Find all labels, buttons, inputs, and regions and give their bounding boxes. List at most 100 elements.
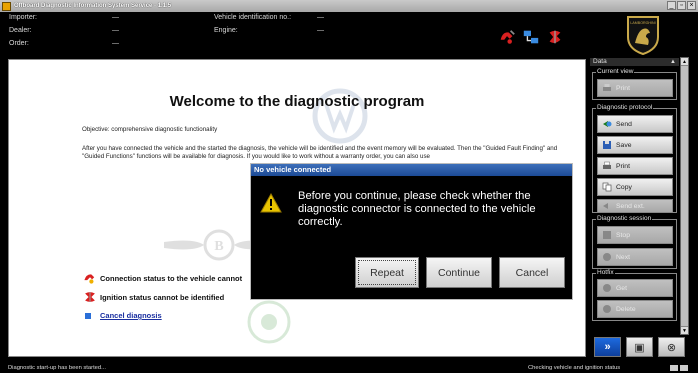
importer-label: Importer: xyxy=(9,14,38,21)
vehicle-header: Importer: — Dealer: — Order: — Vehicle i… xyxy=(0,12,588,57)
brand-logo: LAMBORGHINI xyxy=(588,12,698,57)
side-panel: Data ▲ Current view Print Diagnostic pro… xyxy=(588,57,692,335)
engine-label: Engine: xyxy=(214,27,238,34)
description-text: After you have connected the vehicle and… xyxy=(82,145,558,160)
ignition-status-icon xyxy=(549,30,561,44)
scroll-up-icon[interactable]: ▲ xyxy=(681,58,688,66)
get-label: Get xyxy=(616,284,627,292)
importer-row: Importer: — xyxy=(9,14,119,25)
send-ext-label: Send ext. xyxy=(616,202,645,210)
network-icon xyxy=(523,30,539,44)
order-label: Order: xyxy=(9,40,29,47)
status-right-text: Checking vehicle and ignition status xyxy=(528,365,621,371)
scroll-down-icon[interactable]: ▼ xyxy=(681,326,688,334)
stop-icon xyxy=(603,231,611,239)
send-external-icon xyxy=(603,203,608,209)
cancel-button[interactable]: Cancel xyxy=(499,257,565,288)
vin-label: Vehicle identification no.: xyxy=(214,14,292,21)
next-label: Next xyxy=(616,253,630,261)
status-indicators xyxy=(670,365,688,371)
stop-button[interactable]: Stop xyxy=(597,226,673,244)
print-view-label: Print xyxy=(616,84,630,92)
continue-button[interactable]: Continue xyxy=(426,257,492,288)
group-diagnostic-session: Diagnostic session Stop Next xyxy=(592,215,677,269)
cancel-diagnosis-label[interactable]: Cancel diagnosis xyxy=(100,311,162,320)
skoda-watermark-logo xyxy=(247,300,291,344)
bottom-toolbar: » ▣ ⊗ xyxy=(594,337,685,357)
copy-button[interactable]: Copy xyxy=(597,178,673,196)
side-panel-title: Data xyxy=(593,58,607,65)
dialog-message: Before you continue, please check whethe… xyxy=(298,190,536,228)
print-button[interactable]: Print xyxy=(597,157,673,175)
send-label: Send xyxy=(616,120,632,128)
copy-label: Copy xyxy=(616,183,632,191)
group-hotfix-label: Hotfix xyxy=(596,269,615,277)
warning-icon xyxy=(260,193,282,213)
engine-value: — xyxy=(317,27,324,34)
page-title: Welcome to the diagnostic program xyxy=(169,93,425,110)
ignition-error-icon xyxy=(85,292,95,302)
next-icon xyxy=(603,253,611,261)
dealer-label: Dealer: xyxy=(9,27,32,34)
send-icon xyxy=(603,121,612,127)
group-diagnostic-protocol: Diagnostic protocol Send Save Print Copy… xyxy=(592,104,677,213)
floppy-disk-icon xyxy=(603,141,611,149)
vehicle-disconnected-icon xyxy=(500,30,515,44)
copy-icon xyxy=(602,182,612,192)
bullet-icon xyxy=(85,312,91,319)
printer-icon xyxy=(603,161,611,169)
group-diagnostic-session-label: Diagnostic session xyxy=(596,215,653,223)
group-diagnostic-protocol-label: Diagnostic protocol xyxy=(596,104,654,112)
delete-label: Delete xyxy=(616,305,636,313)
get-button[interactable]: Get xyxy=(597,279,673,297)
ignition-status: Ignition status cannot be identified xyxy=(83,290,224,304)
cancel-diagnosis-link[interactable]: Cancel diagnosis xyxy=(85,311,162,320)
window-title: Offboard Diagnostic Information System S… xyxy=(14,3,172,9)
close-button[interactable]: × xyxy=(687,1,696,10)
app-icon xyxy=(2,1,11,11)
save-label: Save xyxy=(616,141,632,149)
collapse-icon[interactable]: ▲ xyxy=(670,58,676,66)
download-icon xyxy=(603,284,611,292)
delete-button[interactable]: Delete xyxy=(597,300,673,318)
vehicle-disconnected-icon xyxy=(84,274,95,284)
group-hotfix: Hotfix Get Delete xyxy=(592,269,677,321)
repeat-button[interactable]: Repeat xyxy=(355,257,419,288)
send-button[interactable]: Send xyxy=(597,115,673,133)
print-label: Print xyxy=(616,162,630,170)
stop-label: Stop xyxy=(616,231,630,239)
dialog-title: No vehicle connected xyxy=(251,164,572,176)
image-icon[interactable]: ▣ xyxy=(626,337,653,357)
order-value: — xyxy=(112,40,119,47)
send-ext-button[interactable]: Send ext. xyxy=(597,199,673,213)
vin-row: Vehicle identification no.: — xyxy=(214,14,324,25)
logo-text: LAMBORGHINI xyxy=(630,21,655,25)
engine-row: Engine: — xyxy=(214,27,324,38)
printer-icon xyxy=(603,84,611,91)
save-button[interactable]: Save xyxy=(597,136,673,154)
forward-button[interactable]: » xyxy=(594,337,621,357)
status-bar: Diagnostic start-up has been started... … xyxy=(0,363,698,373)
connection-status-text: Connection status to the vehicle cannot xyxy=(100,273,243,283)
next-button[interactable]: Next xyxy=(597,248,673,266)
app-window: Offboard Diagnostic Information System S… xyxy=(0,0,698,373)
group-current-view-label: Current view xyxy=(596,68,635,76)
vin-value: — xyxy=(317,14,324,21)
minimize-button[interactable]: _ xyxy=(667,1,676,10)
svg-text:B: B xyxy=(214,239,223,254)
side-panel-header[interactable]: Data ▲ xyxy=(590,58,679,66)
maximize-button[interactable]: ▫ xyxy=(677,1,686,10)
exit-icon[interactable]: ⊗ xyxy=(658,337,685,357)
print-view-button[interactable]: Print xyxy=(597,79,673,97)
order-row: Order: — xyxy=(9,40,119,51)
no-vehicle-dialog: No vehicle connected Before you continue… xyxy=(250,163,573,300)
title-bar: Offboard Diagnostic Information System S… xyxy=(0,0,698,12)
lamborghini-shield-logo: LAMBORGHINI xyxy=(627,15,659,55)
objective-text: Objective: comprehensive diagnostic func… xyxy=(82,126,218,133)
ignition-status-text: Ignition status cannot be identified xyxy=(100,292,225,302)
connection-status-icons xyxy=(498,28,564,46)
dealer-row: Dealer: — xyxy=(9,27,119,38)
status-left-text: Diagnostic start-up has been started... xyxy=(8,365,106,371)
side-panel-scrollbar[interactable]: ▲ ▼ xyxy=(680,57,689,335)
delete-icon xyxy=(603,305,611,313)
